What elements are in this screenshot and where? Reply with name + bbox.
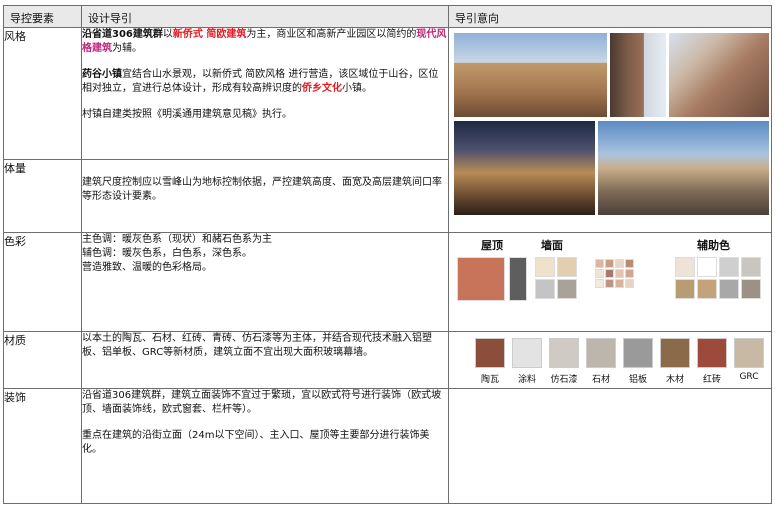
decor-empty bbox=[448, 388, 772, 504]
style-text-2b: 宜结合山水景观，以新侨式 简欧风格 进行营造，该区域位于山谷，区位相对独立，宜进… bbox=[82, 69, 439, 94]
guide-color: 主色调：暖灰色系（现状）和赭石色系为主 辅色调：暖灰色系，白色系，深色系。 营造… bbox=[81, 232, 449, 332]
photo-night-street bbox=[453, 120, 596, 216]
material-label-7: 红砖 bbox=[702, 375, 721, 385]
swatch-wall-3 bbox=[535, 279, 555, 299]
swatch-mosaic-2 bbox=[605, 259, 614, 268]
material-label-4: 石材 bbox=[591, 375, 610, 385]
material-label-8: GRC bbox=[739, 372, 759, 382]
material-swatch-7 bbox=[697, 338, 727, 368]
header-row: 导控要素 设计导引 导引意向 bbox=[3, 5, 772, 28]
swatch-aux-1 bbox=[675, 257, 695, 277]
material-label-2: 涂料 bbox=[517, 375, 536, 385]
swatch-mosaic-9 bbox=[595, 279, 604, 288]
swatch-aux-7 bbox=[719, 279, 739, 299]
palette-label-aux: 辅助色 bbox=[697, 239, 730, 252]
guideline-sheet: 导控要素 设计导引 导引意向 风格 沿省道306建筑群以新侨式 简欧建筑为主，商… bbox=[0, 0, 775, 513]
row-style: 风格 沿省道306建筑群以新侨式 简欧建筑为主，商业区和高新产业园区以简约的现代… bbox=[3, 27, 772, 233]
material-swatch-8 bbox=[734, 338, 764, 368]
color-line-3: 营造雅致、温暖的色彩格局。 bbox=[82, 262, 213, 273]
style-para-1: 沿省道306建筑群以新侨式 简欧建筑为主，商业区和高新产业园区以简约的现代风格建… bbox=[82, 29, 448, 57]
swatch-wall-1 bbox=[535, 257, 555, 277]
decor-para-1: 沿省道306建筑群，建筑立面装饰不宜过于繁琐，宜以欧式符号进行装饰（欧式坡顶、墙… bbox=[82, 390, 442, 415]
swatch-aux-2 bbox=[697, 257, 717, 277]
palette-label-wall: 墙面 bbox=[541, 239, 563, 252]
swatch-mosaic-10 bbox=[605, 279, 614, 288]
swatch-mosaic-11 bbox=[615, 279, 624, 288]
material-swatch-1 bbox=[475, 338, 505, 368]
style-highlight-3: 侨乡文化 bbox=[302, 83, 342, 94]
photo-brick-facade bbox=[668, 32, 770, 118]
swatch-aux-6 bbox=[697, 279, 717, 299]
intent-photos bbox=[448, 27, 772, 233]
volume-text: 建筑尺度控制应以雪峰山为地标控制依据，严控建筑高度、面宽及高层建筑间口率等形态设… bbox=[82, 177, 443, 202]
style-text-2d: 小镇。 bbox=[342, 83, 372, 94]
guideline-table: 导控要素 设计导引 导引意向 风格 沿省道306建筑群以新侨式 简欧建筑为主，商… bbox=[3, 5, 772, 504]
swatch-aux-8 bbox=[741, 279, 761, 299]
swatch-mosaic-6 bbox=[605, 269, 614, 278]
material-label-3: 仿石漆 bbox=[550, 375, 578, 385]
style-subject-2: 药谷小镇 bbox=[82, 69, 123, 80]
guide-decor: 沿省道306建筑群，建筑立面装饰不宜过于繁琐，宜以欧式符号进行装饰（欧式坡顶、墙… bbox=[81, 388, 449, 504]
swatch-mosaic-7 bbox=[615, 269, 624, 278]
header-factor: 导控要素 bbox=[3, 5, 82, 28]
material-text: 以本土的陶瓦、石材、红砖、青砖、仿石漆等为主体，并结合现代技术融入铝塑板、铝单板… bbox=[82, 333, 433, 358]
material-swatch-2 bbox=[512, 338, 542, 368]
swatch-wall-4 bbox=[557, 279, 577, 299]
color-palette: 屋顶 墙面 辅助色 bbox=[448, 232, 772, 332]
color-line-1: 主色调：暖灰色系（现状）和赭石色系为主 bbox=[82, 234, 273, 245]
style-text-1b: 以 bbox=[162, 29, 173, 40]
style-para-2: 药谷小镇宜结合山水景观，以新侨式 简欧风格 进行营造，该区域位于山谷，区位相对独… bbox=[82, 68, 448, 96]
swatch-mosaic-8 bbox=[625, 269, 634, 278]
factor-material: 材质 bbox=[3, 331, 82, 389]
material-swatch-3 bbox=[549, 338, 579, 368]
photo-plaza bbox=[597, 120, 770, 216]
decor-para-2: 重点在建筑的沿街立面（24m以下空间）、主入口、屋顶等主要部分进行装饰美化。 bbox=[82, 430, 430, 455]
photo-brick-tower bbox=[609, 32, 667, 118]
row-color: 色彩 主色调：暖灰色系（现状）和赭石色系为主 辅色调：暖灰色系，白色系，深色系。… bbox=[3, 232, 772, 332]
material-swatch-4 bbox=[586, 338, 616, 368]
guide-volume: 建筑尺度控制应以雪峰山为地标控制依据，严控建筑高度、面宽及高层建筑间口率等形态设… bbox=[81, 159, 449, 233]
swatch-roof-1 bbox=[457, 257, 505, 301]
material-label-6: 木材 bbox=[665, 375, 684, 385]
style-highlight-1: 新侨式 简欧建筑 bbox=[172, 29, 247, 40]
factor-color: 色彩 bbox=[3, 232, 82, 332]
swatch-mosaic-12 bbox=[625, 279, 634, 288]
row-material: 材质 以本土的陶瓦、石材、红砖、青砖、仿石漆等为主体，并结合现代技术融入铝塑板、… bbox=[3, 331, 772, 389]
factor-volume: 体量 bbox=[3, 159, 82, 233]
swatch-aux-4 bbox=[741, 257, 761, 277]
color-line-2: 辅色调：暖灰色系，白色系，深色系。 bbox=[82, 248, 253, 259]
swatch-mosaic-3 bbox=[615, 259, 624, 268]
style-text-1f: 为辅。 bbox=[112, 43, 142, 54]
header-guide: 设计导引 bbox=[81, 5, 449, 28]
swatch-mosaic-1 bbox=[595, 259, 604, 268]
swatch-aux-3 bbox=[719, 257, 739, 277]
material-swatch-6 bbox=[660, 338, 690, 368]
swatch-wall-2 bbox=[557, 257, 577, 277]
guide-material: 以本土的陶瓦、石材、红砖、青砖、仿石漆等为主体，并结合现代技术融入铝塑板、铝单板… bbox=[81, 331, 449, 389]
style-para-3: 村镇自建类按照《明溪通用建筑意见稿》执行。 bbox=[82, 109, 293, 120]
swatch-roof-2 bbox=[509, 257, 527, 301]
factor-style: 风格 bbox=[3, 27, 82, 160]
factor-decor: 装饰 bbox=[3, 388, 82, 504]
style-text-1d: 为主，商业区和高新产业园区以简约的 bbox=[246, 29, 417, 40]
row-decor: 装饰 沿省道306建筑群，建筑立面装饰不宜过于繁琐，宜以欧式符号进行装饰（欧式坡… bbox=[3, 388, 772, 504]
swatch-aux-5 bbox=[675, 279, 695, 299]
material-swatches: 陶瓦 涂料 仿石漆 石材 铝板 木材 红砖 GRC bbox=[448, 331, 772, 389]
material-swatch-5 bbox=[623, 338, 653, 368]
swatch-mosaic-4 bbox=[625, 259, 634, 268]
swatch-mosaic-5 bbox=[595, 269, 604, 278]
material-label-5: 铝板 bbox=[628, 375, 647, 385]
photo-arcade-street bbox=[453, 32, 608, 118]
palette-label-roof: 屋顶 bbox=[481, 239, 503, 252]
style-subject-1: 沿省道306建筑群 bbox=[82, 29, 163, 40]
header-intent: 导引意向 bbox=[448, 5, 772, 28]
guide-style: 沿省道306建筑群以新侨式 简欧建筑为主，商业区和高新产业园区以简约的现代风格建… bbox=[81, 27, 449, 160]
material-label-1: 陶瓦 bbox=[480, 375, 499, 385]
